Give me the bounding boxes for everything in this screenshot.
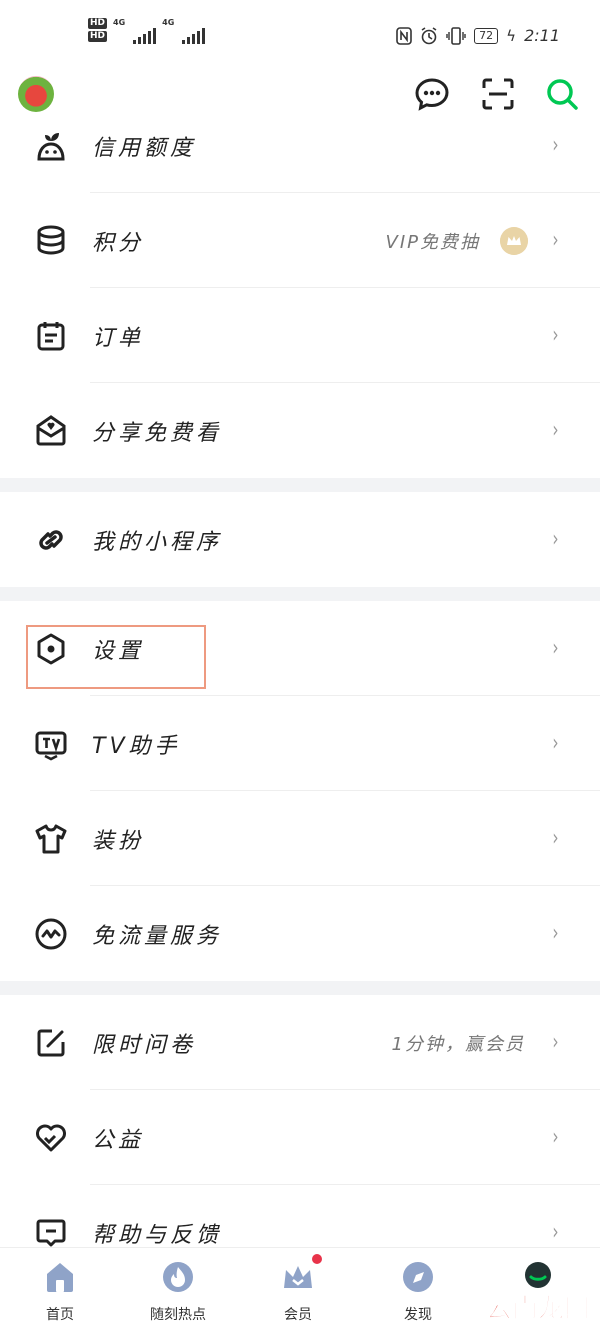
chevron-right-icon: ›: [552, 1030, 559, 1055]
crown-icon: [284, 1266, 312, 1288]
menu-label: 我的小程序: [92, 529, 223, 555]
tab-hot[interactable]: 随刻热点: [128, 1260, 228, 1324]
link-icon: [39, 529, 63, 550]
tab-vip[interactable]: 会员: [248, 1254, 348, 1324]
menu-item-dress-up[interactable]: 装扮 ›: [0, 791, 600, 886]
network-type: 4G: [162, 18, 175, 27]
bottom-tab-bar: 首页 随刻热点 会员 发现 云南龙网: [0, 1247, 600, 1333]
signal-icon: [182, 28, 206, 44]
menu-item-mini-programs[interactable]: 我的小程序 ›: [0, 492, 600, 587]
tab-home[interactable]: 首页: [10, 1260, 110, 1324]
chevron-right-icon: ›: [552, 1125, 559, 1150]
tab-label: 会员: [284, 1307, 312, 1323]
chevron-right-icon: ›: [552, 826, 559, 851]
message-icon: [36, 1219, 66, 1246]
menu-label: 订单: [92, 325, 145, 351]
chevron-right-icon: ›: [552, 636, 559, 661]
menu-item-points[interactable]: 积分 VIP免费抽 ›: [0, 193, 600, 288]
menu-item-tv-assistant[interactable]: TV助手 ›: [0, 696, 600, 791]
clock: 2:11: [524, 26, 560, 45]
watermark-text: 云南龙网: [485, 1294, 590, 1325]
tab-label: 随刻热点: [150, 1307, 206, 1323]
hd-badge: HD: [88, 31, 108, 42]
signal-icon: [133, 28, 157, 44]
hd-badge: HD: [88, 18, 108, 29]
menu-label: 帮助与反馈: [92, 1222, 223, 1248]
menu-label: TV助手: [92, 733, 181, 759]
chevron-right-icon: ›: [552, 133, 559, 158]
alarm-icon: [421, 26, 437, 44]
edit-square-icon: [37, 1029, 65, 1056]
menu-item-orders[interactable]: 订单 ›: [0, 288, 600, 383]
settings-highlight-box: [26, 625, 206, 689]
tab-label: 发现: [404, 1307, 432, 1323]
menu-label: 公益: [92, 1127, 145, 1153]
chevron-right-icon: ›: [552, 731, 559, 756]
heart-icon: [36, 1124, 66, 1151]
section-gap: [0, 478, 600, 492]
chevron-right-icon: ›: [552, 527, 559, 552]
menu-item-free-data[interactable]: 免流量服务 ›: [0, 886, 600, 981]
compass-icon: [403, 1262, 433, 1292]
battery-level: 72: [474, 27, 499, 44]
menu-item-share[interactable]: 分享免费看 ›: [0, 383, 600, 478]
vip-promo-text: VIP免费抽: [385, 231, 480, 253]
menu-item-charity[interactable]: 公益 ›: [0, 1090, 600, 1185]
chevron-right-icon: ›: [552, 921, 559, 946]
vip-crown-icon: [500, 226, 528, 255]
chevron-right-icon: ›: [552, 228, 559, 253]
menu-label: 免流量服务: [92, 923, 223, 949]
flame-icon: [163, 1262, 193, 1292]
charging-icon: ϟ: [506, 26, 517, 45]
menu-label: 积分: [92, 230, 145, 256]
tab-discover[interactable]: 发现: [368, 1260, 468, 1324]
status-bar: HD HD 4G 4G 72 ϟ 2:11: [0, 0, 600, 60]
menu-list: 信用额度 › 积分 VIP免费抽 › 订单 › 分享免费看 › 我的小程序 › …: [0, 98, 600, 1280]
survey-promo-text: 1分钟，赢会员: [391, 1033, 525, 1055]
vibrate-icon: [446, 26, 466, 45]
home-icon: [47, 1263, 73, 1292]
order-icon: [37, 321, 65, 350]
network-type: 4G: [113, 18, 126, 27]
section-gap: [0, 587, 600, 601]
menu-item-credit[interactable]: 信用额度 ›: [0, 98, 600, 193]
tshirt-icon: [35, 824, 67, 853]
chevron-right-icon: ›: [552, 323, 559, 348]
menu-label: 分享免费看: [92, 420, 223, 446]
coins-icon: [37, 225, 65, 255]
sprout-icon: [37, 132, 65, 160]
menu-label: 信用额度: [92, 135, 197, 161]
share-envelope-icon: [36, 414, 66, 445]
menu-label: 装扮: [92, 828, 145, 854]
notification-dot: [312, 1254, 322, 1264]
status-right: 72 ϟ 2:11: [396, 26, 560, 45]
signal-group: HD HD 4G 4G: [88, 18, 206, 44]
pulse-icon: [35, 918, 67, 949]
tab-label: 首页: [46, 1307, 74, 1323]
section-gap: [0, 981, 600, 995]
menu-item-survey[interactable]: 限时问卷 1分钟，赢会员 ›: [0, 995, 600, 1090]
hd-badges: HD HD: [88, 18, 108, 44]
menu-label: 限时问卷: [92, 1032, 197, 1058]
chevron-right-icon: ›: [552, 418, 559, 443]
nfc-icon: [396, 26, 412, 45]
chevron-right-icon: ›: [552, 1220, 559, 1245]
tv-icon: [35, 731, 67, 760]
